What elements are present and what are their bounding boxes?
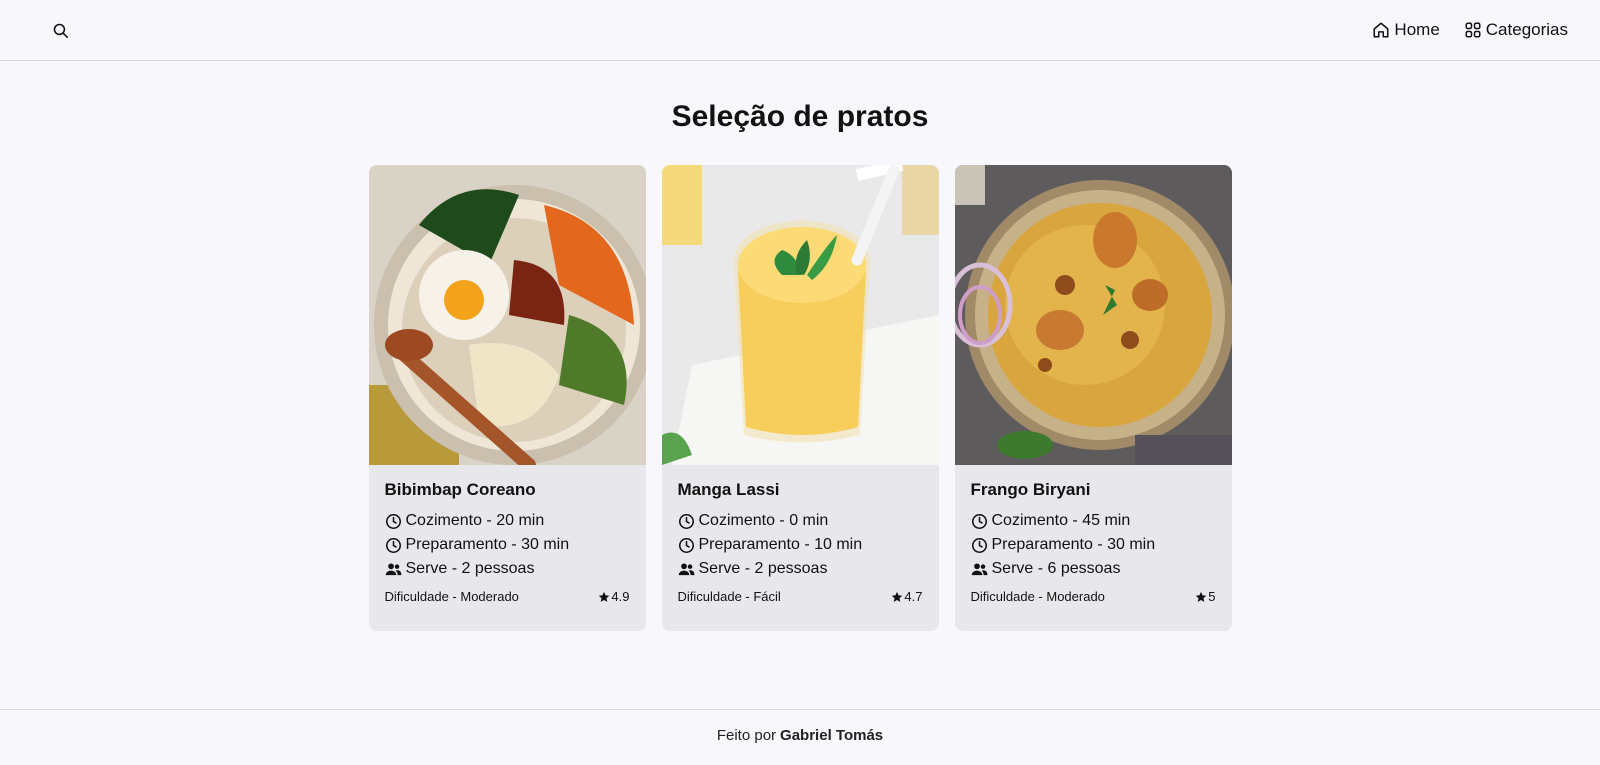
recipe-card-bibimbap[interactable]: Bibimbap Coreano Cozimento - 20 min Prep… — [368, 165, 646, 631]
manga-lassi-image — [661, 165, 939, 465]
difficulty-text: Dificuldade - Fácil — [677, 589, 781, 604]
recipe-name: Manga Lassi — [677, 480, 780, 499]
card-body: Frango Biryani Cozimento - 45 min Prepar… — [955, 465, 1232, 604]
star-icon — [1196, 591, 1207, 602]
nav-categorias-link[interactable]: Categorias — [1464, 20, 1568, 40]
cook-time-text: Cozimento - 0 min — [698, 512, 829, 529]
servings-text: Serve - 2 pessoas — [405, 560, 535, 577]
rating: 4.7 — [891, 589, 923, 604]
clock-icon — [385, 537, 401, 553]
difficulty-text: Dificuldade - Moderado — [384, 589, 519, 604]
footer-prefix: Feito por — [716, 727, 777, 744]
cook-time-text: Cozimento - 45 min — [991, 512, 1131, 529]
cook-time: Cozimento - 20 min — [385, 509, 630, 533]
recipe-card-frango-biryani[interactable]: Frango Biryani Cozimento - 45 min Prepar… — [954, 165, 1232, 631]
card-footer: Dificuldade - Moderado 4.9 — [385, 589, 630, 604]
search-icon[interactable] — [50, 20, 70, 40]
clock-icon — [971, 537, 987, 553]
nav-home-label: Home — [1394, 20, 1440, 39]
rating-value: 4.7 — [904, 589, 923, 604]
prep-time-text: Preparamento - 30 min — [405, 536, 570, 553]
clock-icon — [385, 513, 401, 529]
star-icon — [892, 591, 903, 602]
clock-icon — [971, 513, 987, 529]
prep-time: Preparamento - 10 min — [678, 533, 923, 557]
prep-time: Preparamento - 30 min — [385, 533, 630, 557]
cook-time: Cozimento - 0 min — [678, 509, 923, 533]
recipe-card-manga-lassi[interactable]: Manga Lassi Cozimento - 0 min Preparamen… — [661, 165, 939, 631]
rating: 5 — [1195, 589, 1216, 604]
cook-time-text: Cozimento - 20 min — [405, 512, 545, 529]
footer-author: Gabriel Tomás — [780, 727, 884, 744]
card-body: Bibimbap Coreano Cozimento - 20 min Prep… — [369, 465, 646, 604]
home-icon — [1373, 22, 1389, 38]
grid-icon — [1465, 22, 1481, 38]
frango-biryani-image — [954, 165, 1232, 465]
servings-text: Serve - 2 pessoas — [698, 560, 828, 577]
recipe-name: Bibimbap Coreano — [384, 480, 536, 499]
card-footer: Dificuldade - Fácil 4.7 — [678, 589, 923, 604]
prep-time: Preparamento - 30 min — [971, 533, 1216, 557]
nav: Home Categorias — [1372, 20, 1568, 40]
recipe-name: Frango Biryani — [970, 480, 1091, 499]
users-icon — [678, 562, 694, 575]
header: Home Categorias — [0, 0, 1600, 61]
star-icon — [599, 591, 610, 602]
footer: Feito por Gabriel Tomás — [0, 709, 1600, 765]
rating: 4.9 — [598, 589, 630, 604]
nav-categorias-label: Categorias — [1485, 20, 1568, 39]
servings-text: Serve - 6 pessoas — [991, 560, 1121, 577]
users-icon — [971, 562, 987, 575]
bibimbap-image — [368, 165, 646, 465]
difficulty-text: Dificuldade - Moderado — [970, 589, 1105, 604]
page-title: Seleção de pratos — [671, 100, 929, 133]
prep-time-text: Preparamento - 10 min — [698, 536, 863, 553]
cook-time: Cozimento - 45 min — [971, 509, 1216, 533]
users-icon — [385, 562, 401, 575]
servings: Serve - 6 pessoas — [971, 557, 1216, 581]
rating-value: 5 — [1208, 589, 1216, 604]
card-footer: Dificuldade - Moderado 5 — [971, 589, 1216, 604]
servings: Serve - 2 pessoas — [385, 557, 630, 581]
card-body: Manga Lassi Cozimento - 0 min Preparamen… — [662, 465, 939, 604]
rating-value: 4.9 — [611, 589, 630, 604]
clock-icon — [678, 513, 694, 529]
clock-icon — [678, 537, 694, 553]
recipe-list: Bibimbap Coreano Cozimento - 20 min Prep… — [0, 165, 1600, 631]
servings: Serve - 2 pessoas — [678, 557, 923, 581]
nav-home-link[interactable]: Home — [1372, 20, 1440, 40]
prep-time-text: Preparamento - 30 min — [991, 536, 1156, 553]
